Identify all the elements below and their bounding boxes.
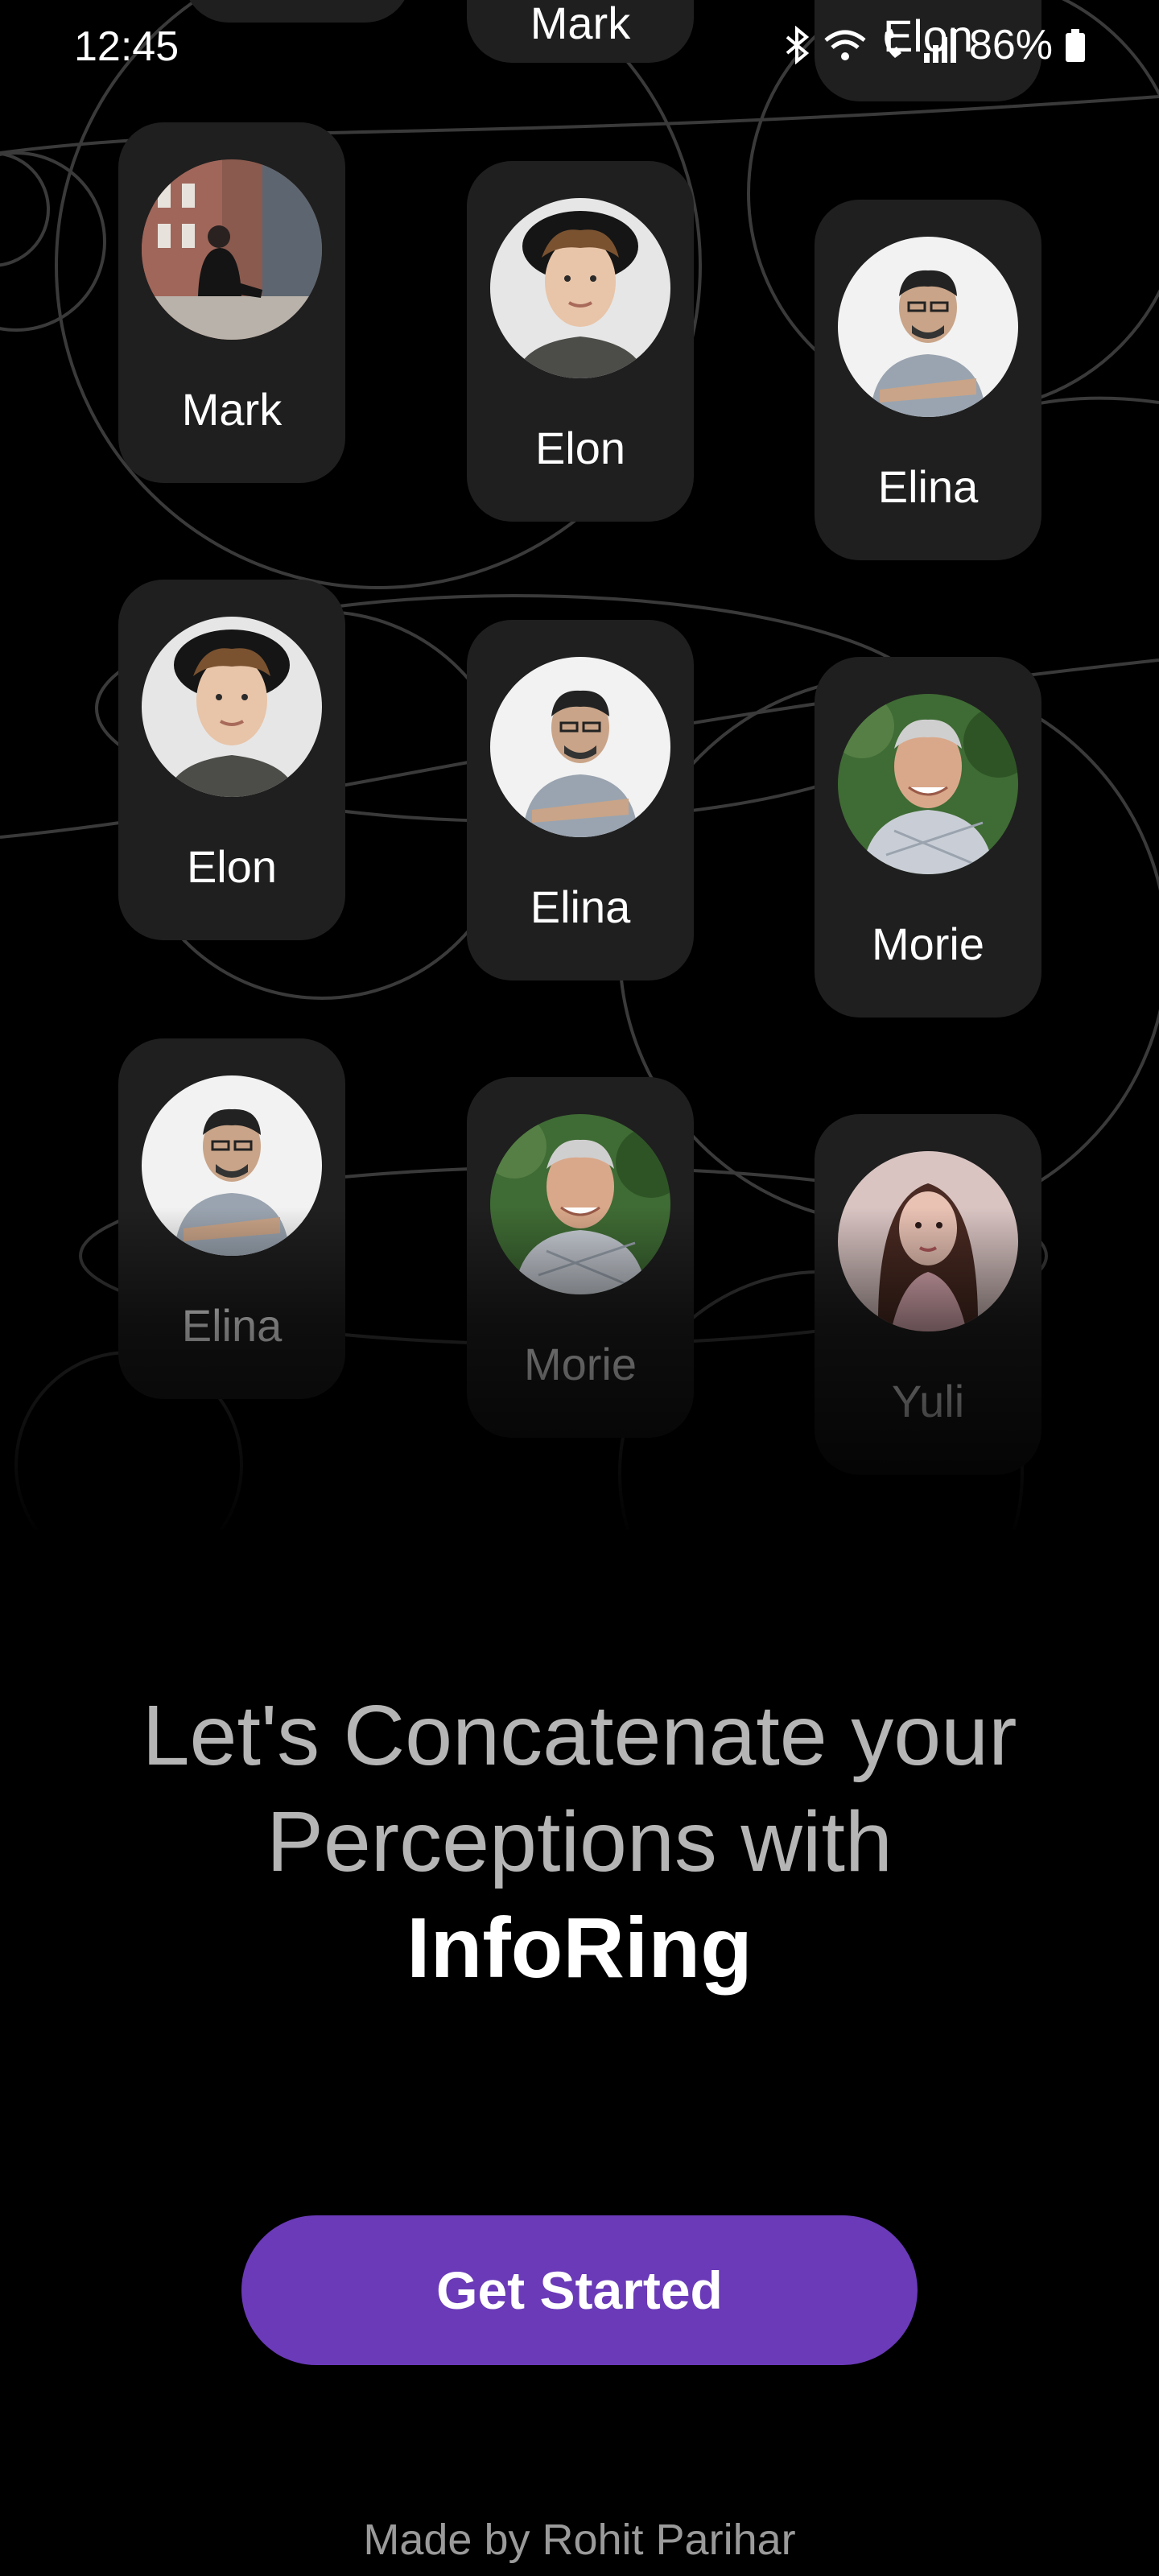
call-icon: [879, 26, 911, 64]
profile-card[interactable]: Elina: [118, 1038, 345, 1399]
card-name: Elina: [530, 881, 631, 932]
headline-line-2: Perceptions with: [266, 1794, 893, 1889]
card-name: Elon: [534, 423, 626, 473]
avatar-elina: [142, 1075, 322, 1256]
card-name: Elon: [186, 841, 278, 892]
battery-icon: [1064, 26, 1087, 64]
card-name: Morie: [871, 919, 985, 969]
avatar-elon: [142, 617, 322, 797]
bluetooth-icon: [784, 26, 811, 64]
card-name: Elina: [181, 1300, 283, 1351]
status-time: 12:45: [74, 23, 179, 70]
profile-card[interactable]: Elina: [815, 200, 1041, 560]
card-name: Yuli: [891, 1376, 965, 1426]
card-name: Elina: [877, 461, 979, 512]
avatar-elon: [490, 198, 670, 378]
profile-card[interactable]: Elon: [467, 161, 694, 522]
avatar-morie: [838, 694, 1018, 874]
avatar-yuli: [838, 1151, 1018, 1331]
profile-card[interactable]: Morie: [815, 657, 1041, 1018]
profile-card[interactable]: Yuli: [815, 1114, 1041, 1475]
brand-name: InfoRing: [406, 1901, 753, 1996]
headline: Let's Concatenate your Perceptions with …: [0, 1682, 1159, 2001]
battery-percent: 86%: [968, 22, 1053, 68]
status-bar: 12:45 86%: [0, 0, 1159, 97]
profile-card[interactable]: Morie: [467, 1077, 694, 1438]
avatar-elina: [490, 657, 670, 837]
avatar-elina: [838, 237, 1018, 417]
profile-card[interactable]: Elina: [467, 620, 694, 980]
footer-credit: Made by Rohit Parihar: [363, 2516, 796, 2564]
get-started-button[interactable]: Get Started: [241, 2215, 918, 2365]
headline-line-1: Let's Concatenate your: [142, 1688, 1017, 1783]
profile-card[interactable]: Mark: [118, 122, 345, 483]
profile-card[interactable]: Elon: [118, 580, 345, 940]
avatar-morie: [490, 1114, 670, 1294]
status-icons: 86%: [784, 21, 1087, 69]
wifi-icon: [823, 26, 868, 64]
card-name: Morie: [523, 1339, 637, 1389]
signal-icon: [922, 26, 958, 64]
card-name: Mark: [181, 384, 283, 435]
avatar-mark: [142, 159, 322, 340]
